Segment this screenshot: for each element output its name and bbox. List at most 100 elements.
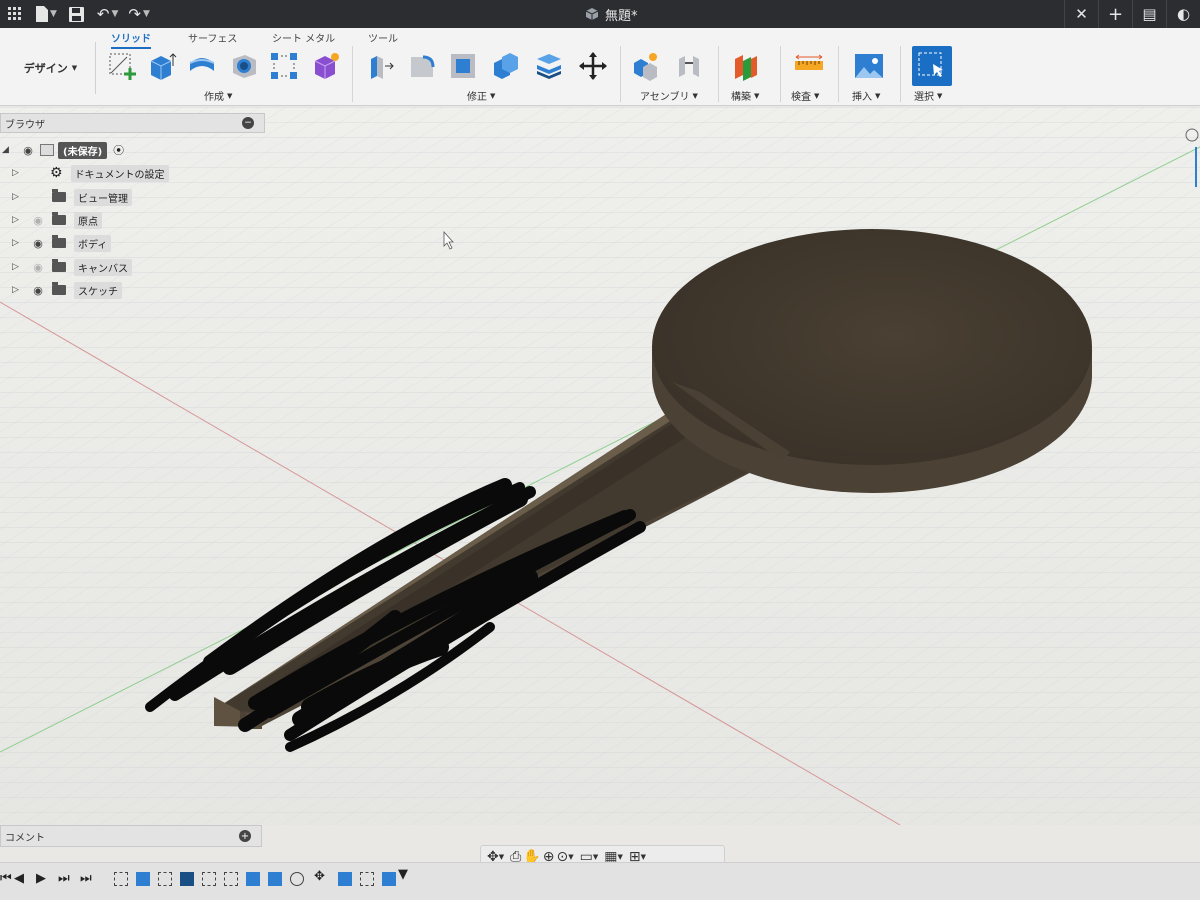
revolve-icon [189, 58, 215, 71]
timeline-extrude-feature[interactable] [268, 872, 282, 886]
file-menu-button[interactable]: ▼ [30, 0, 62, 28]
tab-tools[interactable]: ツール [368, 30, 398, 47]
timeline-extrude-feature[interactable] [246, 872, 260, 886]
title-bar-right: ✕ + ▤ ◐ [1064, 0, 1200, 28]
timeline-sketch-feature[interactable] [224, 872, 238, 886]
split-body-button[interactable] [533, 50, 565, 82]
combine-icon [494, 53, 518, 79]
shell-button[interactable] [447, 50, 479, 82]
tree-item-named-views[interactable]: ▷ ビュー管理 [12, 187, 132, 207]
combine-button[interactable] [490, 50, 522, 82]
insert-group-menu[interactable]: 挿入 ▼ [852, 88, 880, 104]
timeline-end-button[interactable]: ⏭ [80, 871, 92, 886]
revolve-button[interactable] [186, 50, 218, 82]
pattern-button[interactable] [268, 50, 300, 82]
timeline-sketch-feature[interactable] [202, 872, 216, 886]
hole-button[interactable] [228, 50, 260, 82]
browser-header[interactable]: ブラウザ − [0, 113, 265, 133]
expand-triangle-icon[interactable]: ▷ [12, 262, 22, 272]
create-sketch-button[interactable] [106, 50, 138, 82]
close-tab-button[interactable]: ✕ [1064, 0, 1098, 28]
eye-hidden-icon[interactable]: ◉ [30, 214, 46, 227]
save-button[interactable] [62, 0, 92, 28]
tab-solid[interactable]: ソリッド [111, 30, 151, 49]
insert-image-button[interactable] [853, 50, 885, 82]
timeline-extrude-feature[interactable] [382, 872, 396, 886]
collapse-triangle-icon[interactable]: ◢ [2, 145, 12, 155]
select-group-menu[interactable]: 選択 ▼ [914, 88, 942, 104]
timeline-prev-button[interactable]: ◀ [14, 871, 24, 886]
timeline-sketch-feature[interactable] [360, 872, 374, 886]
modify-group-menu[interactable]: 修正 ▼ [467, 88, 496, 104]
tree-item-bodies[interactable]: ▷ ◉ ボディ [12, 233, 112, 253]
tab-sheet-metal[interactable]: シート メタル [272, 30, 335, 47]
press-pull-button[interactable] [364, 50, 396, 82]
timeline-sketch-feature[interactable] [158, 872, 172, 886]
construct-group-menu[interactable]: 構築 ▼ [731, 88, 759, 104]
timeline-extrude-feature[interactable] [136, 872, 150, 886]
expand-triangle-icon[interactable]: ▷ [12, 285, 22, 295]
expand-triangle-icon[interactable]: ▷ [12, 192, 22, 202]
disc-top-face[interactable] [652, 229, 1092, 465]
undo-icon: ↶ [96, 5, 110, 23]
tree-item-sketches[interactable]: ▷ ◉ スケッチ [12, 280, 122, 300]
timeline-start-button[interactable]: ⏮ [0, 871, 12, 886]
grid-menu-icon[interactable] [0, 0, 30, 28]
new-component-icon [634, 53, 657, 81]
timeline-next-button[interactable]: ⏭ [58, 871, 70, 886]
ribbon-toolbar: デザイン ▼ ソリッド サーフェス シート メタル ツール 作成 ▼ 修正 ▼ … [0, 28, 1200, 106]
create-group-menu[interactable]: 作成 ▼ [204, 88, 232, 104]
tree-item-canvases[interactable]: ▷ ◉ キャンバス [12, 257, 132, 277]
select-button[interactable] [912, 46, 952, 86]
eye-icon[interactable]: ◉ [20, 144, 36, 157]
press-pull-icon [371, 56, 394, 79]
assemble-group-menu[interactable]: アセンブリ ▼ [640, 88, 698, 104]
expand-triangle-icon[interactable]: ▷ [12, 168, 22, 178]
expand-triangle-icon[interactable]: ▷ [12, 238, 22, 248]
tree-item-origin[interactable]: ▷ ◉ 原点 [12, 210, 102, 230]
eye-hidden-icon[interactable]: ◉ [30, 261, 46, 274]
document-cube-icon [40, 144, 54, 156]
timeline-sketch-feature[interactable] [114, 872, 128, 886]
tree-item-document-settings[interactable]: ▷ ⚙ ドキュメントの設定 [12, 163, 169, 183]
timeline-combine-feature[interactable] [290, 872, 304, 886]
modify-group-label: 修正 [467, 92, 487, 103]
joint-button[interactable] [673, 50, 705, 82]
timeline-move-feature[interactable]: ✥ [314, 869, 325, 884]
chevron-down-icon: ▼ [71, 64, 78, 72]
document-tab[interactable]: 無題* [585, 0, 638, 28]
timeline-play-button[interactable]: ▶ [36, 871, 46, 886]
inspect-group-menu[interactable]: 検査 ▼ [791, 88, 819, 104]
extrude-button[interactable] [146, 50, 178, 82]
tree-root[interactable]: ◢ ◉ (未保存) ⦿ [2, 140, 124, 160]
new-component-button[interactable] [630, 50, 662, 82]
move-copy-button[interactable] [577, 50, 609, 82]
tab-surface[interactable]: サーフェス [188, 30, 237, 47]
activate-radio-icon[interactable]: ⦿ [113, 142, 124, 158]
timeline-marker-icon[interactable]: ▼ [398, 867, 408, 882]
collapse-icon[interactable]: − [242, 117, 254, 129]
eye-icon[interactable]: ◉ [30, 284, 46, 297]
fillet-button[interactable] [406, 50, 438, 82]
eye-icon[interactable]: ◉ [30, 237, 46, 250]
account-button[interactable]: ◐ [1166, 0, 1200, 28]
new-tab-button[interactable]: + [1098, 0, 1132, 28]
offset-plane-icon [735, 55, 757, 81]
undo-button[interactable]: ↶ ▼ [92, 0, 124, 28]
measure-button[interactable] [793, 50, 825, 82]
notifications-button[interactable]: ▤ [1132, 0, 1166, 28]
expand-triangle-icon[interactable]: ▷ [12, 215, 22, 225]
workspace-switcher[interactable]: デザイン ▼ [6, 42, 96, 94]
redo-button[interactable]: ↷ ▼ [123, 0, 155, 28]
timeline-extrude-feature[interactable] [180, 872, 194, 886]
comments-panel[interactable]: コメント + [0, 825, 262, 847]
file-icon [36, 6, 48, 22]
add-comment-icon[interactable]: + [239, 830, 251, 842]
tree-item-label: ビュー管理 [74, 188, 132, 206]
chevron-down-icon: ▼ [490, 91, 496, 100]
folder-icon [52, 189, 66, 202]
create-form-button[interactable] [310, 50, 342, 82]
offset-plane-button[interactable] [730, 50, 762, 82]
timeline-extrude-feature[interactable] [338, 872, 352, 886]
measure-icon [795, 54, 823, 70]
